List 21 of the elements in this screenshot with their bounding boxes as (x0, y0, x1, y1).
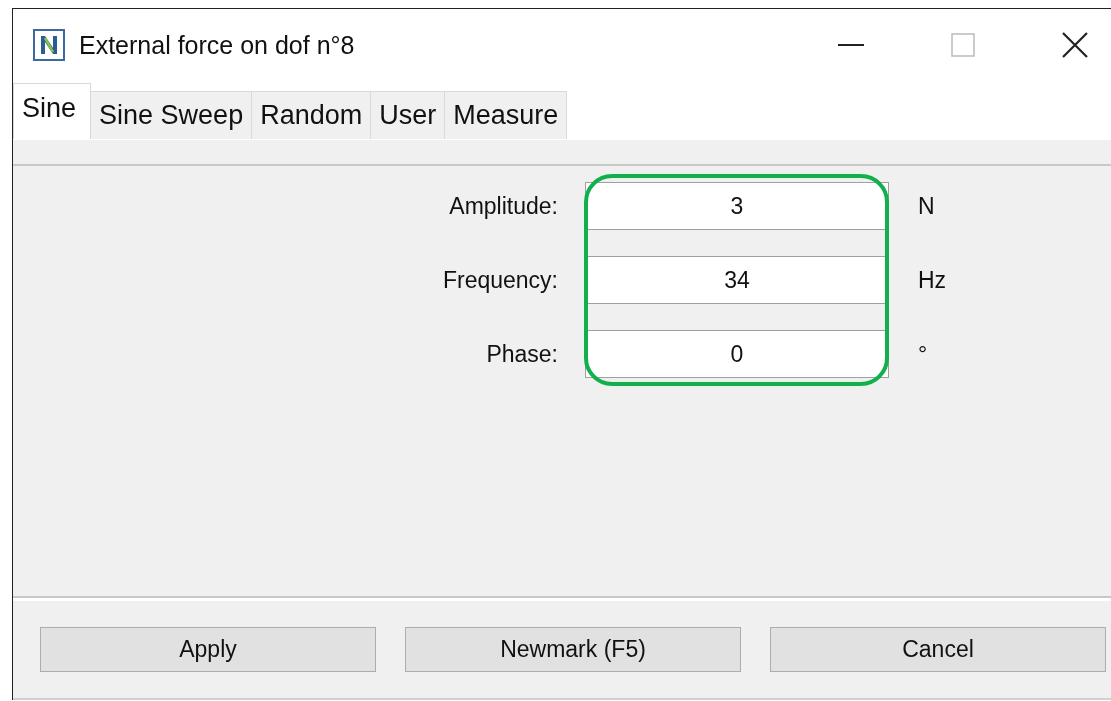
unit-label: Hz (918, 266, 948, 294)
unit-label: N (918, 192, 936, 220)
dialog-button[interactable]: Apply (40, 627, 376, 672)
unit-label: ° (918, 340, 929, 368)
field-label: Amplitude: (449, 192, 558, 220)
dialog-button[interactable]: Cancel (770, 627, 1106, 672)
window-title: External force on dof n°8 (79, 30, 355, 60)
close-icon (1062, 32, 1088, 58)
app-logo-icon (33, 29, 65, 61)
tab[interactable]: Random (251, 91, 372, 139)
dialog-button[interactable]: Newmark (F5) (405, 627, 741, 672)
field-label: Phase: (486, 340, 558, 368)
tab[interactable]: Measure (444, 91, 568, 139)
field-label: Frequency: (442, 266, 558, 294)
input-field[interactable]: 3 (585, 182, 889, 230)
maximize-icon (951, 33, 975, 57)
input-field[interactable]: 0 (585, 330, 889, 378)
tab[interactable]: Sine (13, 83, 92, 139)
tab[interactable]: User (370, 91, 446, 139)
minimize-icon (838, 44, 864, 46)
tab[interactable]: Sine Sweep (90, 91, 253, 139)
